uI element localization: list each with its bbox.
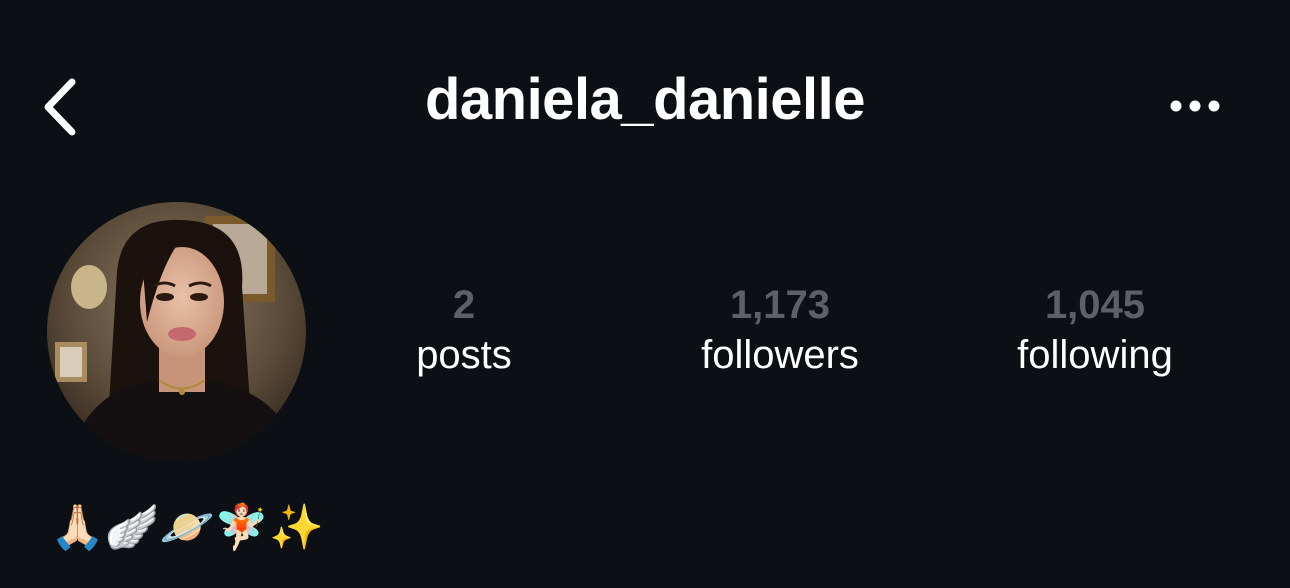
- followers-stat[interactable]: 1,173 followers: [650, 280, 910, 380]
- following-count: 1,045: [1044, 283, 1146, 327]
- followers-label: followers: [701, 333, 859, 377]
- avatar[interactable]: [47, 202, 306, 461]
- more-options-button[interactable]: [1160, 86, 1230, 126]
- posts-stat[interactable]: 2 posts: [334, 280, 594, 380]
- following-stat[interactable]: 1,045 following: [965, 280, 1225, 380]
- following-label: following: [1017, 333, 1173, 377]
- followers-count: 1,173: [729, 283, 831, 327]
- profile-photo: [47, 202, 306, 461]
- profile-screen: daniela_danielle 2 posts 1,173 followers…: [0, 0, 1290, 588]
- ellipsis-horizontal-icon: [1170, 100, 1220, 112]
- posts-count: 2: [452, 283, 476, 327]
- page-title: daniela_danielle: [424, 67, 866, 132]
- bio-text: 🙏🏻🪽🪐🧚🏻✨: [50, 502, 324, 553]
- posts-label: posts: [416, 333, 512, 377]
